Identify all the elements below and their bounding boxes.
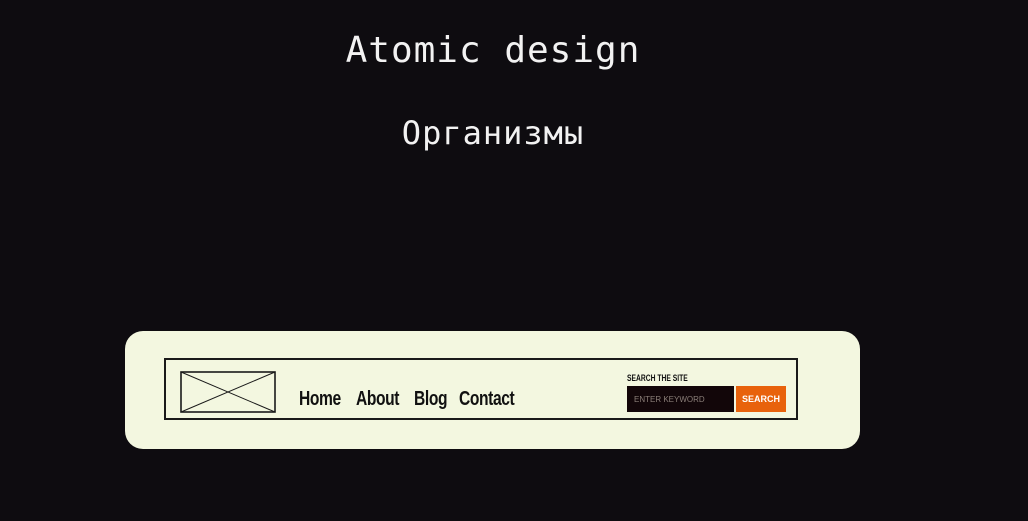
nav-link-about[interactable]: About [356,388,399,411]
main-nav: Home About Blog Contact [299,388,520,411]
search-input[interactable] [627,386,734,412]
nav-link-blog[interactable]: Blog [414,388,447,411]
search-button[interactable]: SEARCH [736,386,786,412]
search-label: SEARCH THE SITE [627,373,688,383]
organism-example-card: Home About Blog Contact SEARCH THE SITE … [125,331,860,449]
slide-subtitle: Организмы [401,114,585,152]
nav-link-contact[interactable]: Contact [459,388,515,411]
image-placeholder-icon[interactable] [180,371,276,413]
site-header-organism: Home About Blog Contact SEARCH THE SITE … [164,358,798,420]
nav-link-home[interactable]: Home [299,388,341,411]
slide-title: Atomic design [345,30,641,71]
